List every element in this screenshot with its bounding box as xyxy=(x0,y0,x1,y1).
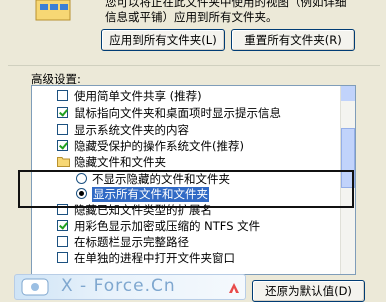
setting-label: 使用简单文件共享 (推荐) xyxy=(74,89,202,103)
checkbox[interactable] xyxy=(57,220,68,231)
watermark-mark-icon xyxy=(229,283,239,293)
description-line-2: 信息或平铺）应用到所有文件夹。 xyxy=(105,10,278,24)
restore-defaults-button[interactable]: 还原为默认值(D) xyxy=(252,280,365,302)
description-line-1: 您可以将正在此文件夹中使用的视图（例如详细 xyxy=(105,0,347,9)
checkbox[interactable] xyxy=(57,90,68,101)
folder-views-icon xyxy=(35,0,71,21)
setting-label: 在单独的进程中打开文件夹窗口 xyxy=(74,251,235,265)
group-label: 隐藏文件和文件夹 xyxy=(74,155,166,169)
scroll-up-button[interactable] xyxy=(341,86,355,101)
setting-label: 显示系统文件夹的内容 xyxy=(74,123,189,137)
annotation-highlight-box xyxy=(18,170,354,208)
reset-all-folders-button[interactable]: 重置所有文件夹(R) xyxy=(231,29,355,51)
setting-label: 鼠标指向文件夹和桌面项时显示提示信息 xyxy=(74,106,281,120)
apply-to-all-folders-button[interactable]: 应用到所有文件夹(L) xyxy=(101,29,225,51)
checkbox[interactable] xyxy=(57,140,68,151)
setting-label: 用彩色显示加密或压缩的 NTFS 文件 xyxy=(74,219,261,233)
checkbox[interactable] xyxy=(57,252,68,263)
group-separator xyxy=(8,65,380,66)
checkbox[interactable] xyxy=(57,124,68,135)
checkbox[interactable] xyxy=(57,236,68,247)
watermark-text: X - Force.Cn xyxy=(61,276,176,296)
checkbox[interactable] xyxy=(57,107,68,118)
folder-icon xyxy=(57,157,70,167)
setting-label: 在标题栏显示完整路径 xyxy=(74,235,189,249)
setting-label: 隐藏受保护的操作系统文件(推荐) xyxy=(74,139,244,153)
folder-view-description: 您可以将正在此文件夹中使用的视图（例如详细 信息或平铺）应用到所有文件夹。 xyxy=(105,0,380,25)
watermark-icon xyxy=(21,278,49,296)
watermark-logo: X - Force.Cn xyxy=(14,274,246,300)
